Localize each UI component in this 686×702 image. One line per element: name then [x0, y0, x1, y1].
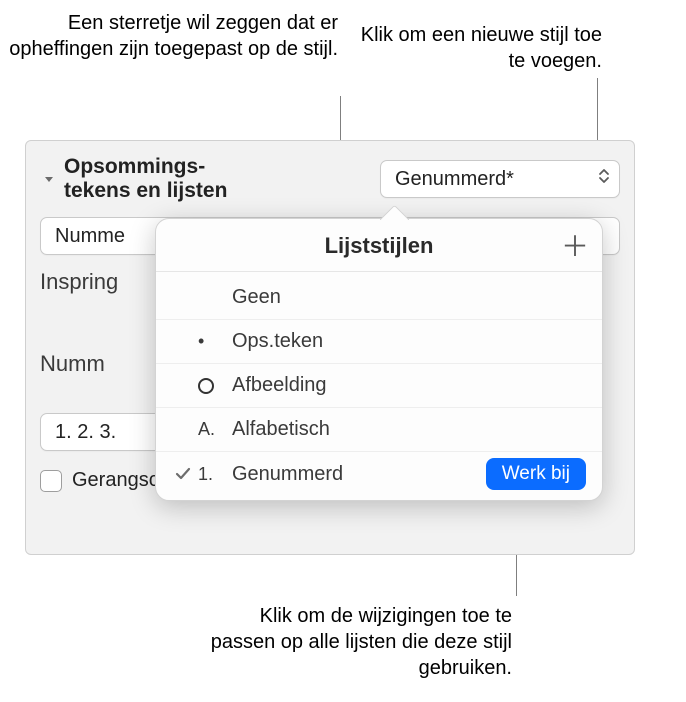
update-style-button[interactable]: Werk bij [486, 458, 586, 490]
callout-asterisk: Een sterretje wil zeggen dat er opheffin… [8, 10, 338, 62]
section-label: Opsommings­tekens en lijsten [64, 155, 244, 203]
callout-update: Klik om de wijzigingen toe te passen op … [206, 603, 512, 681]
style-list: Geen • Ops.teken Afbeelding A. Alfabetis… [156, 272, 602, 500]
list-item-label: Alfabetisch [232, 418, 586, 441]
list-item-label: Geen [232, 286, 586, 309]
list-item-label: Ops.teken [232, 330, 586, 353]
list-styles-popover: Lijststijlen ＋ Geen • Ops.teken Afbeeldi… [155, 218, 603, 501]
check-icon [168, 465, 198, 483]
list-item[interactable]: 1. Genummerd Werk bij [156, 452, 602, 496]
bullet-preview: • [198, 331, 232, 352]
list-item-label: Afbeelding [232, 374, 586, 397]
number-type-value: Numme [55, 225, 125, 248]
list-item[interactable]: Geen [156, 276, 602, 320]
chevron-updown-icon [597, 166, 611, 192]
callout-add: Klik om een nieuwe stijl toe te voegen. [346, 22, 602, 74]
number-format-value: 1. 2. 3. [55, 421, 116, 444]
bullet-preview: A. [198, 419, 232, 440]
image-bullet-icon [198, 378, 214, 394]
bullet-preview: 1. [198, 464, 232, 485]
disclosure-triangle[interactable] [40, 172, 58, 186]
popover-header: Lijststijlen ＋ [156, 219, 602, 272]
list-item-label: Genummerd [232, 463, 486, 486]
tiered-numbers-checkbox[interactable] [40, 470, 62, 492]
add-style-button[interactable]: ＋ [560, 230, 590, 260]
list-style-select-value: Genummerd* [395, 168, 514, 191]
popover-title: Lijststijlen [325, 233, 434, 259]
list-item[interactable]: A. Alfabetisch [156, 408, 602, 452]
bullet-preview [198, 378, 232, 394]
list-style-select[interactable]: Genummerd* [380, 160, 620, 198]
list-item[interactable]: • Ops.teken [156, 320, 602, 364]
list-item[interactable]: Afbeelding [156, 364, 602, 408]
